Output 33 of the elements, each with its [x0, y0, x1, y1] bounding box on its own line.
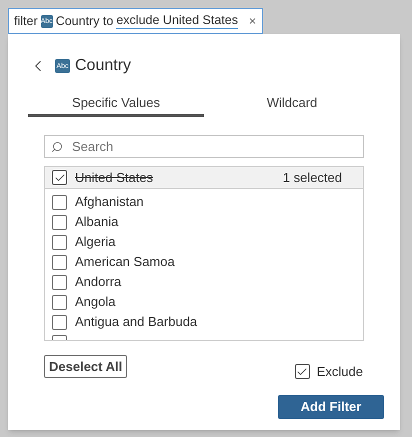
value-label[interactable]: Antigua and Barbuda: [75, 312, 198, 332]
checkbox[interactable]: [52, 294, 67, 310]
query-text: filter: [14, 12, 38, 30]
checkbox[interactable]: [52, 214, 67, 230]
checkbox[interactable]: [52, 194, 67, 210]
selected-count: 1 selected: [282, 168, 342, 187]
checkbox[interactable]: [52, 254, 67, 270]
value-label[interactable]: Albania: [75, 212, 118, 232]
checkbox[interactable]: [52, 234, 67, 250]
deselect-all-button[interactable]: Deselect All: [44, 355, 128, 378]
query-text: Country to: [56, 12, 114, 30]
tab[interactable]: Wildcard: [204, 91, 380, 117]
query-value[interactable]: exclude United States: [116, 13, 238, 29]
check-icon: [54, 172, 66, 184]
add-filter-button[interactable]: Add Filter: [278, 394, 384, 418]
checkbox[interactable]: [52, 314, 67, 330]
selected-value: United States: [75, 168, 154, 187]
checkbox[interactable]: [294, 364, 310, 380]
value-label[interactable]: Angola: [75, 292, 116, 312]
value-label[interactable]: American Samoa: [75, 252, 175, 272]
search-icon: [51, 140, 63, 152]
checkbox[interactable]: [52, 170, 67, 185]
search-field[interactable]: Search: [44, 135, 364, 158]
value-label[interactable]: Andorra: [75, 272, 122, 292]
search-input[interactable]: Search: [72, 136, 332, 156]
checkbox[interactable]: [52, 274, 67, 290]
value-label[interactable]: Algeria: [75, 232, 116, 252]
exclude-label[interactable]: Exclude: [316, 362, 363, 382]
check-icon: [296, 366, 308, 378]
selected-row[interactable]: United States 1 selected: [45, 167, 363, 189]
value-label[interactable]: Afghanistan: [75, 192, 144, 212]
panel-title: Country: [75, 56, 132, 76]
tab[interactable]: Specific Values: [28, 91, 204, 117]
